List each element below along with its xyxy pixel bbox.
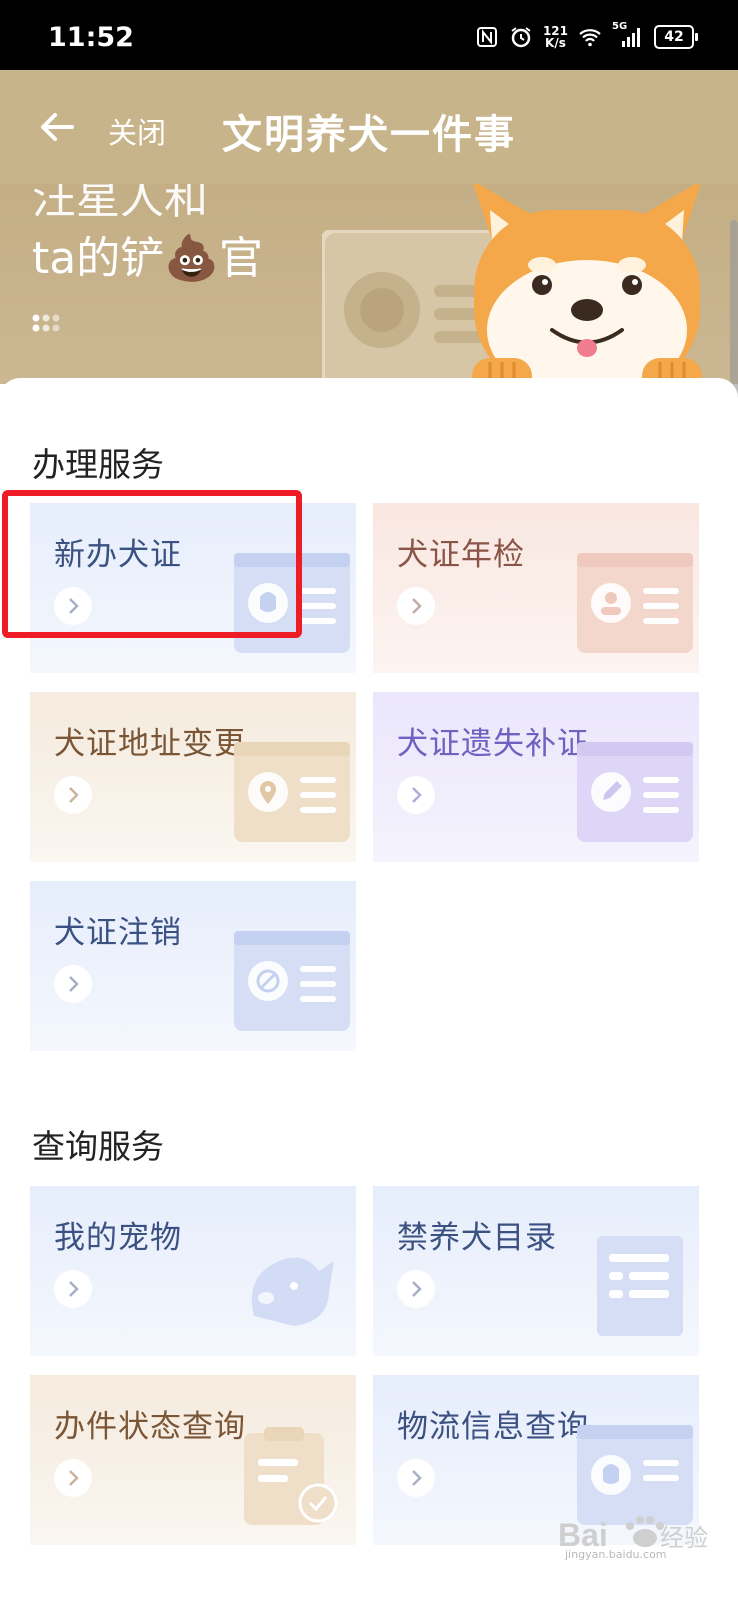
card-label: 我的宠物 bbox=[54, 1220, 182, 1256]
card-label: 办件状态查询 bbox=[54, 1409, 246, 1445]
id-card-person-icon bbox=[577, 553, 693, 653]
list-document-icon bbox=[597, 1236, 683, 1336]
nfc-icon bbox=[476, 27, 497, 47]
chevron-right-icon bbox=[54, 965, 92, 1003]
status-icons: 121 K/s 5G 42 bbox=[475, 21, 698, 52]
section-title-query: 查询服务 bbox=[32, 1127, 164, 1166]
card-address-change[interactable]: 犬证地址变更 bbox=[30, 692, 356, 862]
chevron-right-icon bbox=[397, 587, 435, 625]
chevron-right-icon bbox=[54, 776, 92, 814]
chevron-right-icon bbox=[54, 1459, 92, 1497]
signal-icon: 5G bbox=[612, 21, 644, 49]
chevron-right-icon bbox=[397, 776, 435, 814]
alarm-icon bbox=[511, 27, 531, 48]
baidu-watermark-logo: Bai 经验 bbox=[558, 1516, 708, 1553]
watermark-url: jingyan.baidu.com bbox=[565, 1548, 667, 1561]
card-annual-check[interactable]: 犬证年检 bbox=[373, 503, 699, 673]
chevron-right-icon bbox=[54, 1270, 92, 1308]
card-lost-reissue[interactable]: 犬证遗失补证 bbox=[373, 692, 699, 862]
speed-unit: K/s bbox=[545, 36, 566, 50]
clipboard-check-icon bbox=[244, 1427, 338, 1525]
svg-text:经验: 经验 bbox=[660, 1524, 708, 1552]
wifi-icon bbox=[579, 29, 601, 47]
shiba-dog-illustration bbox=[472, 184, 702, 384]
section-title-handle: 办理服务 bbox=[32, 445, 164, 484]
card-label: 犬证遗失补证 bbox=[397, 726, 589, 762]
network-speed: 121 K/s bbox=[543, 25, 568, 49]
page-title: 文明养犬一件事 bbox=[222, 112, 516, 158]
top-nav-bar: 关闭 文明养犬一件事 bbox=[0, 70, 738, 184]
card-cancel-license[interactable]: 犬证注销 bbox=[30, 881, 356, 1051]
pencil-edit-icon bbox=[577, 742, 693, 842]
banner-headline-1: 汪星人和 bbox=[32, 184, 208, 224]
card-banned-breeds[interactable]: 禁养犬目录 bbox=[373, 1186, 699, 1356]
battery-level: 42 bbox=[664, 29, 684, 45]
carousel-dots-icon bbox=[32, 314, 60, 332]
status-time: 11:52 bbox=[48, 22, 134, 53]
chevron-right-icon bbox=[397, 1270, 435, 1308]
chevron-right-icon bbox=[397, 1459, 435, 1497]
card-label: 犬证地址变更 bbox=[54, 726, 246, 762]
battery-icon: 42 bbox=[654, 25, 698, 49]
card-application-status[interactable]: 办件状态查询 bbox=[30, 1375, 356, 1545]
network-type: 5G bbox=[612, 21, 628, 32]
card-label: 物流信息查询 bbox=[397, 1409, 589, 1445]
location-pin-icon bbox=[234, 742, 350, 842]
card-label: 犬证注销 bbox=[54, 915, 182, 951]
banner-headline-2: ta的铲💩官 bbox=[32, 233, 263, 284]
arrow-left-icon[interactable] bbox=[38, 108, 76, 146]
dog-head-icon bbox=[251, 1257, 334, 1326]
card-my-pets[interactable]: 我的宠物 bbox=[30, 1186, 356, 1356]
hero-banner[interactable]: 汪星人和 ta的铲💩官 bbox=[0, 184, 738, 384]
status-bar: 11:52 121 K/s 5G 42 bbox=[0, 0, 738, 70]
close-button[interactable]: 关闭 bbox=[108, 110, 166, 152]
card-label: 犬证年检 bbox=[397, 537, 525, 573]
cancel-icon bbox=[234, 931, 350, 1031]
highlight-box bbox=[2, 490, 302, 638]
card-label: 禁养犬目录 bbox=[397, 1220, 557, 1256]
